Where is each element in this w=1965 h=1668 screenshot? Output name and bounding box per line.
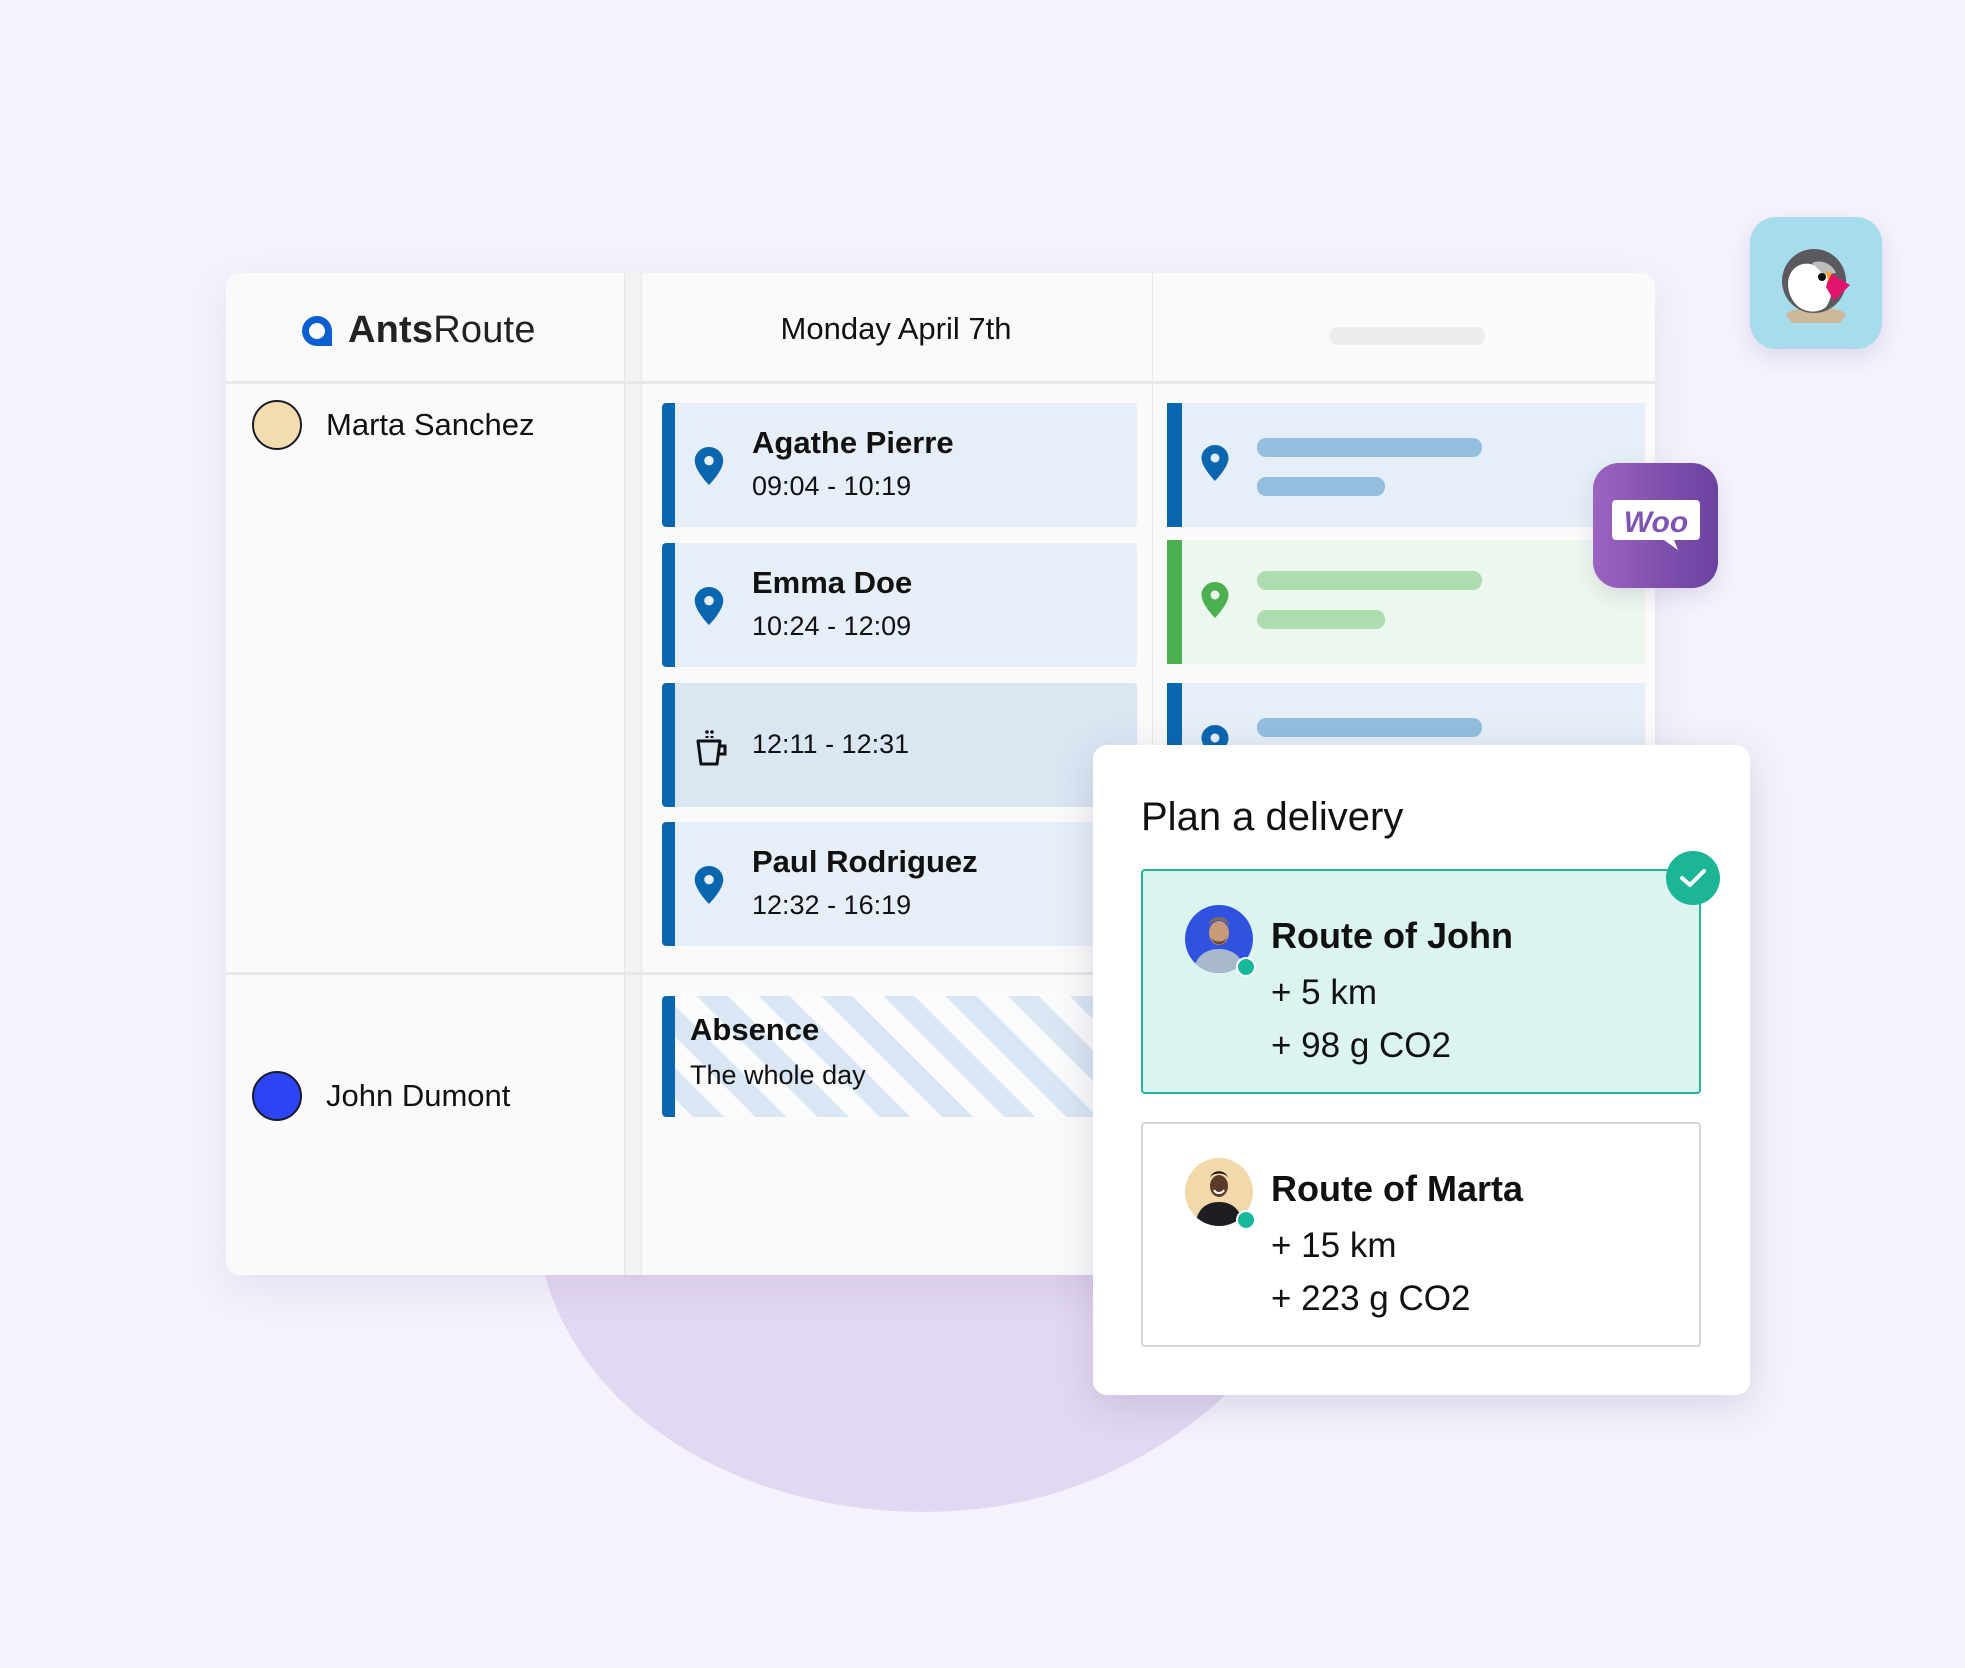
map-pin-icon [1201,445,1229,481]
map-pin-icon [1201,582,1229,618]
route-name: Route of John [1271,915,1513,956]
event-color-bar [662,543,675,667]
event-title: Emma Doe [752,565,913,600]
coffee-cup-icon [696,730,727,766]
online-status-dot [1236,957,1256,977]
map-pin-icon [694,587,724,625]
absence-card[interactable]: Absence The whole day [662,996,1137,1117]
event-color-bar [662,403,675,527]
route-distance: + 5 km [1271,973,1378,1012]
event-time: 09:04 - 10:19 [752,471,912,501]
driver-name: John Dumont [326,1078,511,1113]
next-day-header-placeholder [1329,327,1485,345]
svg-text:Woo: Woo [1623,506,1687,539]
event-color-bar [1167,403,1182,527]
prestashop-app-icon [1750,217,1882,349]
route-option-marta[interactable]: Route of Marta + 15 km + 223 g CO2 [1141,1122,1701,1347]
route-distance: + 15 km [1271,1226,1397,1265]
online-status-dot [1236,1210,1256,1230]
column-gutter [624,273,642,1275]
event-card[interactable]: Agathe Pierre 09:04 - 10:19 [662,403,1137,527]
event-time: 10:24 - 12:09 [752,611,912,641]
event-color-bar [662,683,675,807]
woocommerce-icon: Woo [1611,499,1700,550]
placeholder-line [1257,610,1385,629]
plan-delivery-dialog: Plan a delivery Route of John + 5 km + 9… [1093,745,1750,1395]
absence-title: Absence [690,1012,820,1047]
route-co2: + 223 g CO2 [1271,1279,1471,1318]
driver-marta[interactable]: Marta Sanchez [252,400,535,450]
driver-name: Marta Sanchez [326,407,535,442]
event-title: Agathe Pierre [752,425,954,460]
map-pin-icon [694,866,724,904]
day-header: Monday April 7th [780,311,1012,346]
event-title: Paul Rodriguez [752,844,978,879]
header-divider [226,381,1655,384]
map-pin-icon [694,447,724,485]
placeholder-event[interactable] [1167,403,1645,527]
woocommerce-app-icon: Woo [1593,463,1718,588]
route-co2: + 98 g CO2 [1271,1026,1451,1065]
route-name: Route of Marta [1271,1168,1523,1209]
route-option-john[interactable]: Route of John + 5 km + 98 g CO2 [1141,869,1701,1094]
driver-color-dot [252,400,302,450]
absence-subtitle: The whole day [690,1060,866,1090]
break-time: 12:11 - 12:31 [752,729,910,759]
driver-color-dot [252,1071,302,1121]
placeholder-line [1257,477,1385,496]
event-color-bar [662,822,675,946]
placeholder-line [1257,571,1482,590]
placeholder-event[interactable] [1167,540,1645,664]
prestashop-puffin-icon [1782,249,1850,323]
antsroute-logo: AntsRoute [300,309,536,352]
break-card[interactable]: 12:11 - 12:31 [662,683,1137,807]
driver-john[interactable]: John Dumont [252,1071,510,1121]
placeholder-line [1257,718,1482,737]
brand-name: AntsRoute [348,309,536,351]
event-time: 12:32 - 16:19 [752,890,912,920]
placeholder-line [1257,438,1482,457]
event-card[interactable]: Paul Rodriguez 12:32 - 16:19 [662,822,1137,946]
event-color-bar [662,996,675,1117]
antsroute-logo-icon [302,315,332,346]
selected-check-icon [1666,851,1720,905]
dialog-title: Plan a delivery [1141,795,1404,839]
event-color-bar [1167,540,1182,664]
event-card[interactable]: Emma Doe 10:24 - 12:09 [662,543,1137,667]
